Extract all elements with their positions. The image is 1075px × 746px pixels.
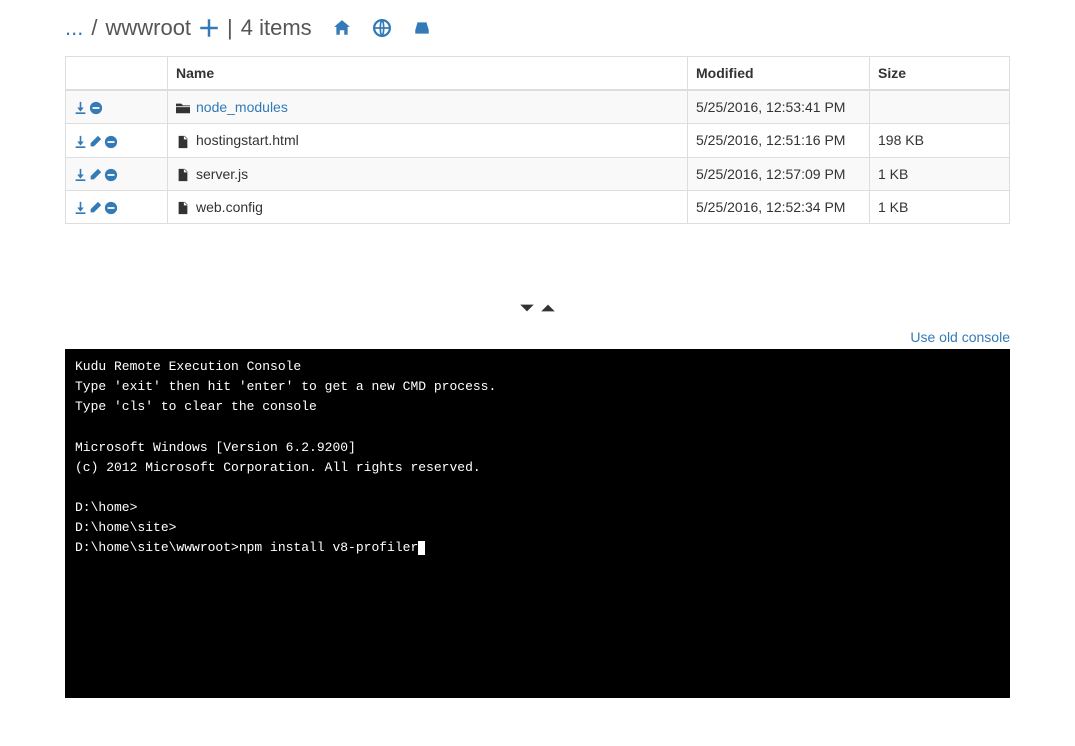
file-name: hostingstart.html xyxy=(196,132,299,148)
row-name-cell: hostingstart.html xyxy=(168,124,688,157)
home-icon[interactable] xyxy=(332,18,352,38)
edit-icon[interactable] xyxy=(89,201,103,215)
chevron-down-icon[interactable] xyxy=(518,299,536,317)
table-row: hostingstart.html 5/25/2016, 12:51:16 PM1… xyxy=(66,124,1010,157)
table-header-name: Name xyxy=(168,57,688,91)
table-row: server.js 5/25/2016, 12:57:09 PM1 KB xyxy=(66,157,1010,190)
terminal-prompt: D:\home\site\wwwroot> xyxy=(75,540,239,555)
row-actions xyxy=(66,157,168,190)
chevron-up-icon[interactable] xyxy=(539,299,557,317)
row-name-cell: node_modules xyxy=(168,90,688,124)
table-header-size: Size xyxy=(870,57,1010,91)
disk-icon[interactable] xyxy=(412,18,432,38)
terminal[interactable]: Kudu Remote Execution Console Type 'exit… xyxy=(65,349,1010,698)
row-name-cell: server.js xyxy=(168,157,688,190)
file-name: web.config xyxy=(196,199,263,215)
table-header-row: Name Modified Size xyxy=(66,57,1010,91)
edit-icon[interactable] xyxy=(89,168,103,182)
download-icon[interactable] xyxy=(74,201,88,215)
row-modified: 5/25/2016, 12:51:16 PM xyxy=(688,124,870,157)
console-toggle-bar xyxy=(65,224,1010,325)
globe-icon[interactable] xyxy=(372,18,392,38)
breadcrumb-bar: | xyxy=(227,15,233,41)
add-icon[interactable] xyxy=(199,18,219,38)
old-console-link-wrap: Use old console xyxy=(65,325,1010,349)
edit-icon[interactable] xyxy=(89,135,103,149)
breadcrumb: ... / wwwroot | 4 items xyxy=(65,0,1010,56)
table-header-actions xyxy=(66,57,168,91)
row-actions xyxy=(66,190,168,223)
row-size: 1 KB xyxy=(870,157,1010,190)
folder-icon xyxy=(176,101,190,115)
file-table: Name Modified Size node_modules 5/25/2016… xyxy=(65,56,1010,224)
terminal-output: Kudu Remote Execution Console Type 'exit… xyxy=(75,359,496,535)
breadcrumb-parent-link[interactable]: ... xyxy=(65,15,83,41)
row-actions xyxy=(66,124,168,157)
delete-icon[interactable] xyxy=(89,101,103,115)
table-row: web.config 5/25/2016, 12:52:34 PM1 KB xyxy=(66,190,1010,223)
table-row: node_modules 5/25/2016, 12:53:41 PM xyxy=(66,90,1010,124)
file-name: server.js xyxy=(196,166,248,182)
row-modified: 5/25/2016, 12:57:09 PM xyxy=(688,157,870,190)
row-size: 1 KB xyxy=(870,190,1010,223)
breadcrumb-current: wwwroot xyxy=(105,15,191,41)
download-icon[interactable] xyxy=(74,101,88,115)
row-size: 198 KB xyxy=(870,124,1010,157)
download-icon[interactable] xyxy=(74,168,88,182)
folder-link[interactable]: node_modules xyxy=(196,99,288,115)
row-modified: 5/25/2016, 12:53:41 PM xyxy=(688,90,870,124)
delete-icon[interactable] xyxy=(104,201,118,215)
file-icon xyxy=(176,201,190,215)
delete-icon[interactable] xyxy=(104,168,118,182)
row-actions xyxy=(66,90,168,124)
use-old-console-link[interactable]: Use old console xyxy=(910,329,1010,345)
breadcrumb-separator: / xyxy=(91,15,97,41)
item-count: 4 items xyxy=(241,15,312,41)
terminal-input[interactable]: npm install v8-profiler xyxy=(239,540,418,555)
row-size xyxy=(870,90,1010,124)
delete-icon[interactable] xyxy=(104,135,118,149)
terminal-cursor xyxy=(418,541,425,555)
file-icon xyxy=(176,168,190,182)
row-name-cell: web.config xyxy=(168,190,688,223)
table-header-modified: Modified xyxy=(688,57,870,91)
row-modified: 5/25/2016, 12:52:34 PM xyxy=(688,190,870,223)
download-icon[interactable] xyxy=(74,135,88,149)
file-icon xyxy=(176,135,190,149)
